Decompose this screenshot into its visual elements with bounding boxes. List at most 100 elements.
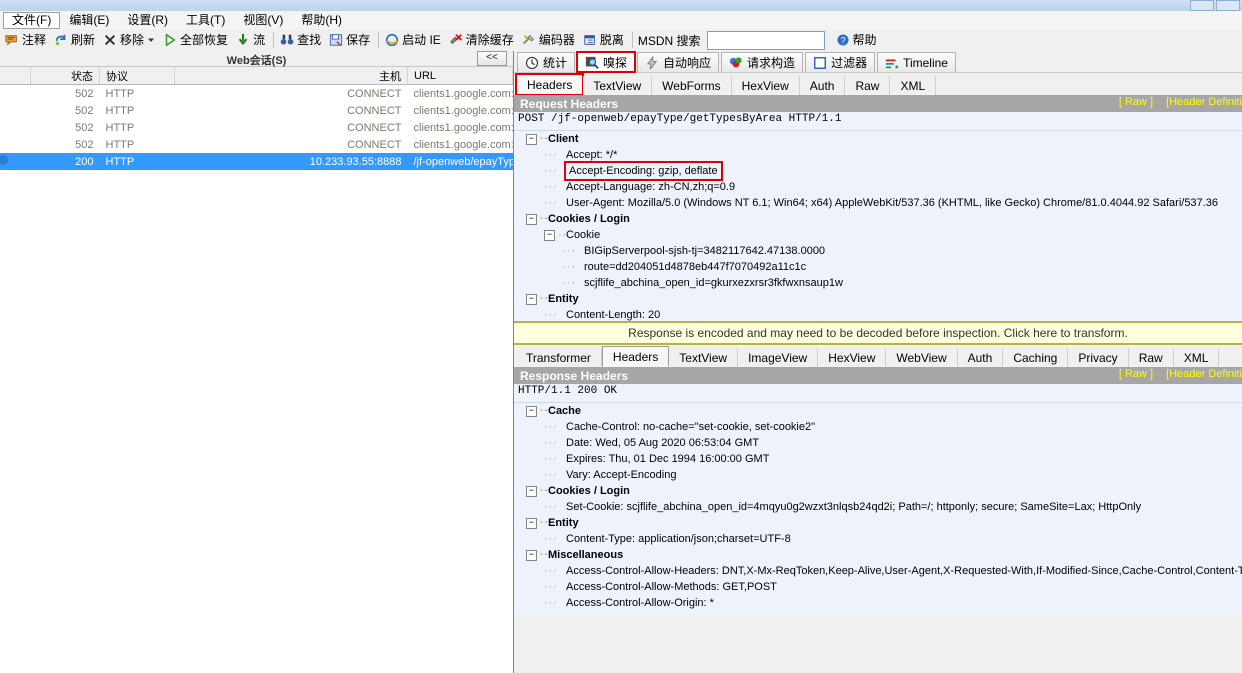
table-row[interactable]: 502 HTTP CONNECT clients1.google.com:443 <box>0 102 512 119</box>
tree-group[interactable]: − ··Cookies / Login <box>514 211 1242 227</box>
tree-item[interactable]: ··· User-Agent: Mozilla/5.0 (Windows NT 6… <box>514 195 1242 211</box>
column-header-icon[interactable] <box>0 67 31 85</box>
tree-group[interactable]: − ··Client <box>514 131 1242 147</box>
tree-item[interactable]: ··· Content-Length: 20 <box>514 307 1242 321</box>
tree-item[interactable]: ··· BIGipServerpool-sjsh-tj=3482117642.47… <box>514 243 1242 259</box>
tab-请求构造[interactable]: 请求构造 <box>721 52 804 72</box>
response-header-definitions-link[interactable]: [Header Definiti <box>1166 368 1242 380</box>
collapse-toggle-icon[interactable]: − <box>526 213 537 225</box>
column-header-host[interactable]: 主机 <box>174 67 408 85</box>
tree-item[interactable]: ··· Accept-Language: zh-CN,zh;q=0.9 <box>514 179 1242 195</box>
tree-item[interactable]: ··· scjflife_abchina_open_id=gkurxezxrsr3… <box>514 275 1242 291</box>
tree-subgroup[interactable]: − ··Cookie <box>514 227 1242 243</box>
toolbar-button-保存[interactable]: 保存 <box>326 30 375 50</box>
tree-group[interactable]: − ··Cookies / Login <box>514 483 1242 499</box>
response-tab-Auth[interactable]: Auth <box>957 348 1004 367</box>
table-row[interactable]: 502 HTTP CONNECT clients1.google.com:443 <box>0 85 512 103</box>
collapse-toggle-icon[interactable]: − <box>526 485 537 497</box>
table-row[interactable]: 502 HTTP CONNECT clients1.google.com:443 <box>0 136 512 153</box>
tree-item[interactable]: ··· Access-Control-Allow-Methods: GET,POS… <box>514 579 1242 595</box>
menu-item-4[interactable]: 视图(V) <box>234 12 292 29</box>
tree-item[interactable]: ··· Access-Control-Allow-Headers: DNT,X-M… <box>514 563 1242 579</box>
tab-嗅探[interactable]: 嗅探 <box>576 51 637 73</box>
tree-item[interactable]: ··· Access-Control-Allow-Origin: * <box>514 595 1242 611</box>
toolbar-button-编码器[interactable]: 编码器 <box>519 30 580 50</box>
tab-过滤器[interactable]: 过滤器 <box>805 52 876 72</box>
transform-notice[interactable]: Response is encoded and may need to be d… <box>514 321 1242 345</box>
column-header-status[interactable]: 状态 <box>30 67 100 85</box>
response-tab-Raw[interactable]: Raw <box>1128 348 1174 367</box>
request-tab-Headers[interactable]: Headers <box>514 73 585 96</box>
collapse-toggle-icon[interactable]: − <box>526 133 537 145</box>
collapse-pane-button[interactable]: << <box>477 51 507 66</box>
response-tab-Caching[interactable]: Caching <box>1003 348 1069 367</box>
request-tab-WebForms[interactable]: WebForms <box>652 76 732 95</box>
chevron-down-icon[interactable] <box>147 33 155 47</box>
collapse-toggle-icon[interactable]: − <box>526 517 537 529</box>
tree-group[interactable]: − ··Cache <box>514 403 1242 419</box>
response-tab-Headers[interactable]: Headers <box>601 346 670 367</box>
table-row[interactable]: 502 HTTP CONNECT clients1.google.com:443 <box>0 119 512 136</box>
tree-group[interactable]: − ··Entity <box>514 291 1242 307</box>
collapse-toggle-icon[interactable]: − <box>526 405 537 417</box>
toolbar-button-启动 IE[interactable]: 启动 IE <box>382 30 446 50</box>
response-tab-ImageView[interactable]: ImageView <box>738 348 819 367</box>
toolbar-button-流[interactable]: 流 <box>233 30 270 50</box>
request-tab-XML[interactable]: XML <box>890 76 937 95</box>
tab-统计[interactable]: 统计 <box>517 52 576 72</box>
tree-group[interactable]: − ··Miscellaneous <box>514 547 1242 563</box>
tree-item[interactable]: ··· route=dd204051d4878eb447f7070492a11c1… <box>514 259 1242 275</box>
request-tab-Raw[interactable]: Raw <box>845 76 891 95</box>
collapse-toggle-icon[interactable]: − <box>526 549 537 561</box>
tab-Timeline[interactable]: Timeline <box>877 52 956 72</box>
request-tab-HexView[interactable]: HexView <box>731 76 800 95</box>
toolbar-button-注释[interactable]: 注释 <box>2 30 51 50</box>
tree-item[interactable]: ··· Date: Wed, 05 Aug 2020 06:53:04 GMT <box>514 435 1242 451</box>
toolbar-button-全部恢复[interactable]: 全部恢复 <box>160 30 233 50</box>
toolbar-button-刷新[interactable]: 刷新 <box>51 30 100 50</box>
menu-item-3[interactable]: 工具(T) <box>177 12 234 29</box>
response-tab-Transformer[interactable]: Transformer <box>516 348 602 367</box>
window-controls <box>1190 0 1240 11</box>
menu-item-5[interactable]: 帮助(H) <box>292 12 351 29</box>
msdn-search-input[interactable] <box>706 30 825 50</box>
response-tab-WebView[interactable]: WebView <box>886 348 958 367</box>
request-tab-Auth[interactable]: Auth <box>799 76 846 95</box>
response-raw-link[interactable]: [ Raw ] <box>1119 368 1153 380</box>
collapse-toggle-icon[interactable]: − <box>526 293 537 305</box>
column-header-protocol[interactable]: 协议 <box>99 67 175 85</box>
request-header-definitions-link[interactable]: [Header Definiti <box>1166 96 1242 108</box>
menu-item-1[interactable]: 编辑(E) <box>60 12 118 29</box>
response-headers-tree[interactable]: − ··Cache ··· Cache-Control: no-cache="set-… <box>514 403 1242 615</box>
toolbar-button-脱离[interactable]: 脱离 <box>580 30 629 50</box>
tree-item[interactable]: ··· Expires: Thu, 01 Dec 1994 16:00:00 GM… <box>514 451 1242 467</box>
menu-item-2[interactable]: 设置(R) <box>118 12 177 29</box>
tree-item[interactable]: ··· Cache-Control: no-cache="set-cookie, … <box>514 419 1242 435</box>
maximize-button[interactable] <box>1216 0 1240 11</box>
response-tab-HexView[interactable]: HexView <box>818 348 887 367</box>
tab-自动响应[interactable]: 自动响应 <box>637 52 720 72</box>
toolbar-button-清除缓存[interactable]: 清除缓存 <box>446 30 519 50</box>
tree-item[interactable]: ··· Accept: */* <box>514 147 1242 163</box>
tree-group[interactable]: − ··Entity <box>514 515 1242 531</box>
toolbar-button-查找[interactable]: 查找 <box>277 30 326 50</box>
column-header-url[interactable]: URL <box>407 67 513 85</box>
collapse-toggle-icon[interactable]: − <box>544 229 555 241</box>
menu-item-0[interactable]: 文件(F) <box>3 11 61 29</box>
response-tab-TextView[interactable]: TextView <box>669 348 739 367</box>
sessions-grid[interactable]: 状态 协议 主机 URL 502 HTTP CONNECT clients1.goog… <box>0 67 513 673</box>
response-tab-XML[interactable]: XML <box>1173 348 1220 367</box>
tree-item-label: Accept-Encoding: gzip, deflate <box>564 161 723 181</box>
request-raw-link[interactable]: [ Raw ] <box>1119 96 1153 108</box>
table-row[interactable]: 200 HTTP 10.233.93.55:8888/jf-openweb/epay… <box>0 153 513 170</box>
tree-item[interactable]: ··· Content-Type: application/json;charse… <box>514 531 1242 547</box>
toolbar-button-help[interactable]: ? 帮助 <box>833 30 882 50</box>
tree-item[interactable]: ··· Vary: Accept-Encoding <box>514 467 1242 483</box>
request-tab-TextView[interactable]: TextView <box>583 76 653 95</box>
response-tab-Privacy[interactable]: Privacy <box>1068 348 1129 367</box>
minimize-button[interactable] <box>1190 0 1214 11</box>
tree-item[interactable]: ··· Accept-Encoding: gzip, deflate <box>514 161 1242 181</box>
toolbar-button-移除[interactable]: 移除 <box>100 30 160 50</box>
tree-item[interactable]: ··· Set-Cookie: scjflife_abchina_open_id=… <box>514 499 1242 515</box>
request-headers-tree[interactable]: − ··Client ··· Accept: */* ··· Accept-Encodin… <box>514 131 1242 321</box>
